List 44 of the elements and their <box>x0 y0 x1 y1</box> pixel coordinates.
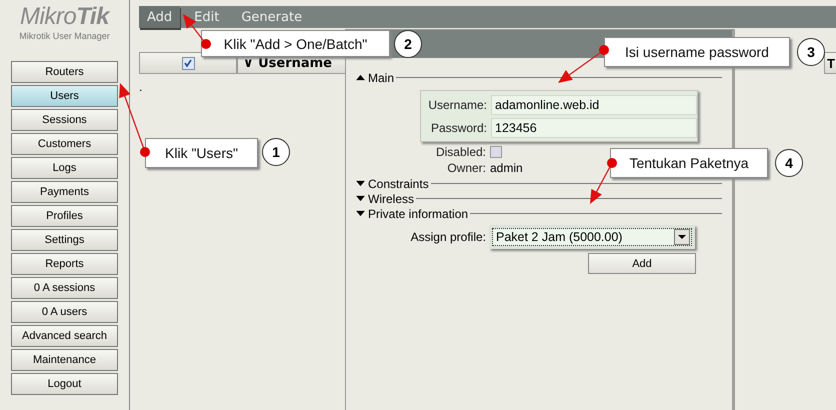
section-header[interactable]: Private information <box>356 206 468 220</box>
sidebar-item[interactable]: Maintenance <box>11 349 118 371</box>
logo: MikroTik <box>20 4 109 30</box>
sidebar-item[interactable]: 0 A users <box>11 301 118 323</box>
sidebar-item[interactable]: Logs <box>11 157 118 179</box>
section-header[interactable]: Wireless <box>356 192 414 206</box>
sidebar-item[interactable]: Logout <box>11 373 118 395</box>
callout-box: Tentukan Paketnya <box>610 148 768 178</box>
profile-dropdown[interactable]: Paket 2 Jam (5000.00) <box>492 228 692 246</box>
section-header[interactable]: Main <box>356 70 394 84</box>
sidebar-item[interactable]: Settings <box>11 229 118 251</box>
sidebar-item[interactable]: Sessions <box>11 109 118 131</box>
checkbox[interactable] <box>182 56 194 70</box>
sidebar-item[interactable]: Routers <box>11 61 118 83</box>
table-cell: . <box>139 80 142 94</box>
callout-box: Klik "Add > One/Batch" <box>201 30 390 57</box>
sidebar-item[interactable]: 0 A sessions <box>11 277 118 299</box>
pointer-arrow <box>590 158 617 204</box>
menu-item[interactable]: Add <box>139 6 180 28</box>
field-value: admin <box>490 161 523 175</box>
sidebar-item[interactable]: Payments <box>11 181 118 203</box>
input-field[interactable]: adamonline.web.id <box>491 94 697 114</box>
pointer-arrow <box>558 45 609 83</box>
field-label: Username: <box>427 98 488 112</box>
sidebar-item[interactable]: Reports <box>11 253 118 275</box>
checkbox[interactable] <box>490 146 502 158</box>
field-label: Password: <box>430 120 488 134</box>
section-header[interactable]: Constraints <box>356 176 429 190</box>
column-header[interactable]: T <box>824 52 836 74</box>
step-number: 1 <box>262 138 290 166</box>
step-number: 3 <box>797 38 825 66</box>
callout-box: Klik "Users" <box>145 138 258 168</box>
callout-box: Isi username password <box>604 37 790 67</box>
sidebar-item[interactable]: Customers <box>11 133 118 155</box>
field-label: Owner: <box>446 161 487 175</box>
step-number: 4 <box>775 149 803 177</box>
sidebar-item[interactable]: Users <box>11 85 118 107</box>
sidebar-item[interactable]: Advanced search <box>11 325 118 347</box>
add-button[interactable]: Add <box>588 253 696 274</box>
field-label: Disabled: <box>434 145 487 159</box>
sidebar-item[interactable]: Profiles <box>11 205 118 227</box>
input-field[interactable]: 123456 <box>491 118 697 138</box>
app-subtitle: Mikrotik User Manager <box>19 31 110 41</box>
field-label: Assign profile: <box>410 230 487 244</box>
